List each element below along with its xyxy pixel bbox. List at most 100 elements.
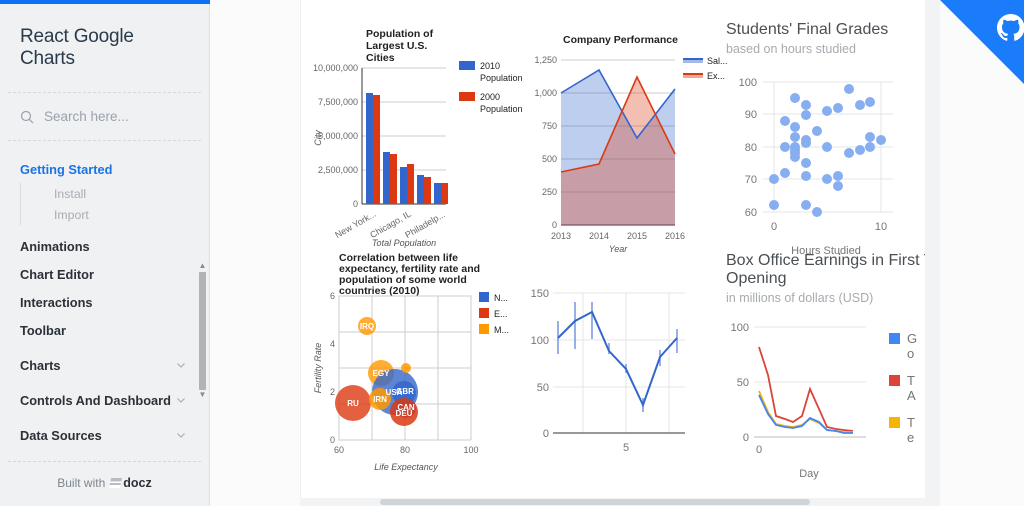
y-tick: 1,250 (534, 55, 557, 65)
sidebar-item-label: Data Sources (20, 427, 102, 443)
bar-group (366, 93, 448, 204)
svg-text:50: 50 (737, 377, 749, 389)
box-office-earnings-line-chart[interactable]: Box Office Earnings in First Two V Openi… (721, 245, 939, 498)
x-tick: 2013 (551, 231, 571, 241)
svg-text:2016: 2016 (665, 231, 685, 241)
legend-label: E... (494, 309, 508, 319)
company-performance-area-chart[interactable]: Company Performance 1,250 1,000 750 500 … (523, 25, 738, 260)
x-tick: 0 (756, 444, 762, 456)
x-tick: 5 (623, 442, 629, 454)
sidebar-scrollbar[interactable]: ▲ ▼ (198, 261, 207, 399)
chart-title: Population of (366, 28, 434, 40)
svg-text:0: 0 (330, 435, 335, 445)
svg-text:countries (2010): countries (2010) (339, 285, 420, 297)
svg-text:0: 0 (353, 199, 358, 209)
y-axis-label: Fertility Rate (313, 343, 323, 394)
sidebar-item-label: Animations (20, 238, 90, 254)
students-final-grades-scatter-chart[interactable]: Students' Final Grades based on hours st… (721, 12, 939, 267)
svg-text:Cities: Cities (366, 52, 395, 64)
docz-brand-label: docz (123, 476, 152, 490)
y-tick: 100 (731, 322, 749, 334)
scrollbar-thumb[interactable] (380, 499, 810, 505)
sidebar-footer: Built with docz (8, 461, 201, 506)
svg-text:50: 50 (537, 382, 549, 394)
svg-text:100: 100 (531, 335, 549, 347)
legend-label: 2000 (480, 92, 500, 102)
sidebar-item-animations[interactable]: Animations (0, 232, 209, 260)
svg-text:70: 70 (745, 174, 757, 186)
legend-label: 2010 (480, 61, 500, 71)
built-with-label: Built with (57, 476, 106, 490)
doc-canvas: Population of Largest U.S. Cities 10,000… (300, 0, 940, 498)
chart-subtitle: based on hours studied (726, 42, 856, 56)
sidebar-item-controls-and-dashboard[interactable]: Controls And Dashboard (0, 386, 209, 414)
docz-mark-icon (109, 478, 123, 488)
population-bar-chart[interactable]: Population of Largest U.S. Cities 10,000… (311, 20, 551, 265)
sidebar-item-charts[interactable]: Charts (0, 351, 209, 379)
sidebar-item-label: Install (54, 186, 87, 201)
svg-text:2014: 2014 (589, 231, 609, 241)
x-tick: 0 (771, 221, 777, 233)
scroll-down-arrow-icon[interactable]: ▼ (198, 390, 207, 399)
svg-text:60: 60 (745, 207, 757, 219)
app-root: React Google Charts Getting Started Inst… (0, 0, 1024, 506)
svg-text:90: 90 (745, 109, 757, 121)
svg-text:RU: RU (347, 399, 359, 408)
svg-text:2,500,000: 2,500,000 (318, 165, 358, 175)
svg-text:1,000: 1,000 (534, 88, 557, 98)
sidebar-item-toolbar[interactable]: Toolbar (0, 316, 209, 344)
legend-label: M... (494, 325, 509, 335)
svg-text:e: e (907, 430, 914, 445)
chart-legend[interactable]: 2010 Population 2000 Population (459, 61, 523, 114)
svg-text:750: 750 (542, 121, 557, 131)
search-row[interactable] (0, 93, 209, 140)
scatter-points (769, 84, 886, 217)
svg-text:0: 0 (543, 428, 549, 440)
y-tick: 6 (330, 291, 335, 301)
sidebar-item-getting-started[interactable]: Getting Started (0, 155, 209, 183)
search-input[interactable] (44, 109, 184, 124)
chart-legend[interactable]: G o T A T e (889, 331, 917, 445)
svg-text:10: 10 (875, 221, 887, 233)
doc-vertical-scrollbar[interactable] (925, 0, 940, 498)
legend-label: G (907, 331, 917, 346)
legend-label: T (907, 373, 915, 388)
scroll-up-arrow-icon[interactable]: ▲ (198, 261, 207, 270)
docz-logo[interactable]: docz (109, 476, 152, 490)
chevron-down-icon[interactable] (175, 429, 187, 441)
doc-horizontal-scrollbar[interactable] (300, 498, 940, 506)
sidebar-item-label: Chart Editor (20, 266, 94, 282)
chart-legend[interactable]: N... E... M... (479, 292, 509, 335)
scrollbar-thumb[interactable] (199, 272, 206, 390)
legend-label: N... (494, 293, 508, 303)
sidebar-item-label: Interactions (20, 294, 93, 310)
life-expectancy-bubble-chart[interactable]: Correlation between life expectancy, fer… (311, 248, 541, 488)
svg-text:o: o (907, 346, 914, 361)
sidebar-nav: Getting Started Install Import Animation… (0, 141, 209, 461)
svg-text:2015: 2015 (627, 231, 647, 241)
y-tick: 10,000,000 (313, 63, 358, 73)
chevron-down-icon[interactable] (175, 394, 187, 406)
svg-text:2: 2 (330, 387, 335, 397)
svg-text:IRQ: IRQ (360, 322, 374, 331)
y-axis-label: City (313, 130, 323, 146)
svg-text:EGY: EGY (373, 369, 391, 378)
sidebar-item-install[interactable]: Install (20, 183, 209, 204)
chevron-down-icon[interactable] (175, 359, 187, 371)
svg-text:100: 100 (463, 445, 478, 455)
line-series (557, 310, 678, 408)
chart-title: Students' Final Grades (726, 21, 888, 38)
svg-text:0: 0 (552, 220, 557, 230)
sidebar-item-interactions[interactable]: Interactions (0, 288, 209, 316)
chart-title: Company Performance (563, 34, 678, 46)
svg-text:DEU: DEU (396, 409, 413, 418)
github-corner-link[interactable] (940, 0, 1024, 84)
sidebar-item-data-sources[interactable]: Data Sources (0, 421, 209, 449)
candlestick-chart[interactable]: 150 100 50 0 5 (523, 275, 723, 480)
svg-text:Population: Population (480, 104, 523, 114)
sidebar-item-label: Toolbar (20, 322, 66, 338)
sidebar-item-chart-editor[interactable]: Chart Editor (0, 260, 209, 288)
sidebar-item-import[interactable]: Import (20, 204, 209, 225)
scrollbar-thumb[interactable] (927, 0, 938, 150)
x-tick-labels: New York... Chicago, IL Philadelp... (333, 209, 447, 240)
